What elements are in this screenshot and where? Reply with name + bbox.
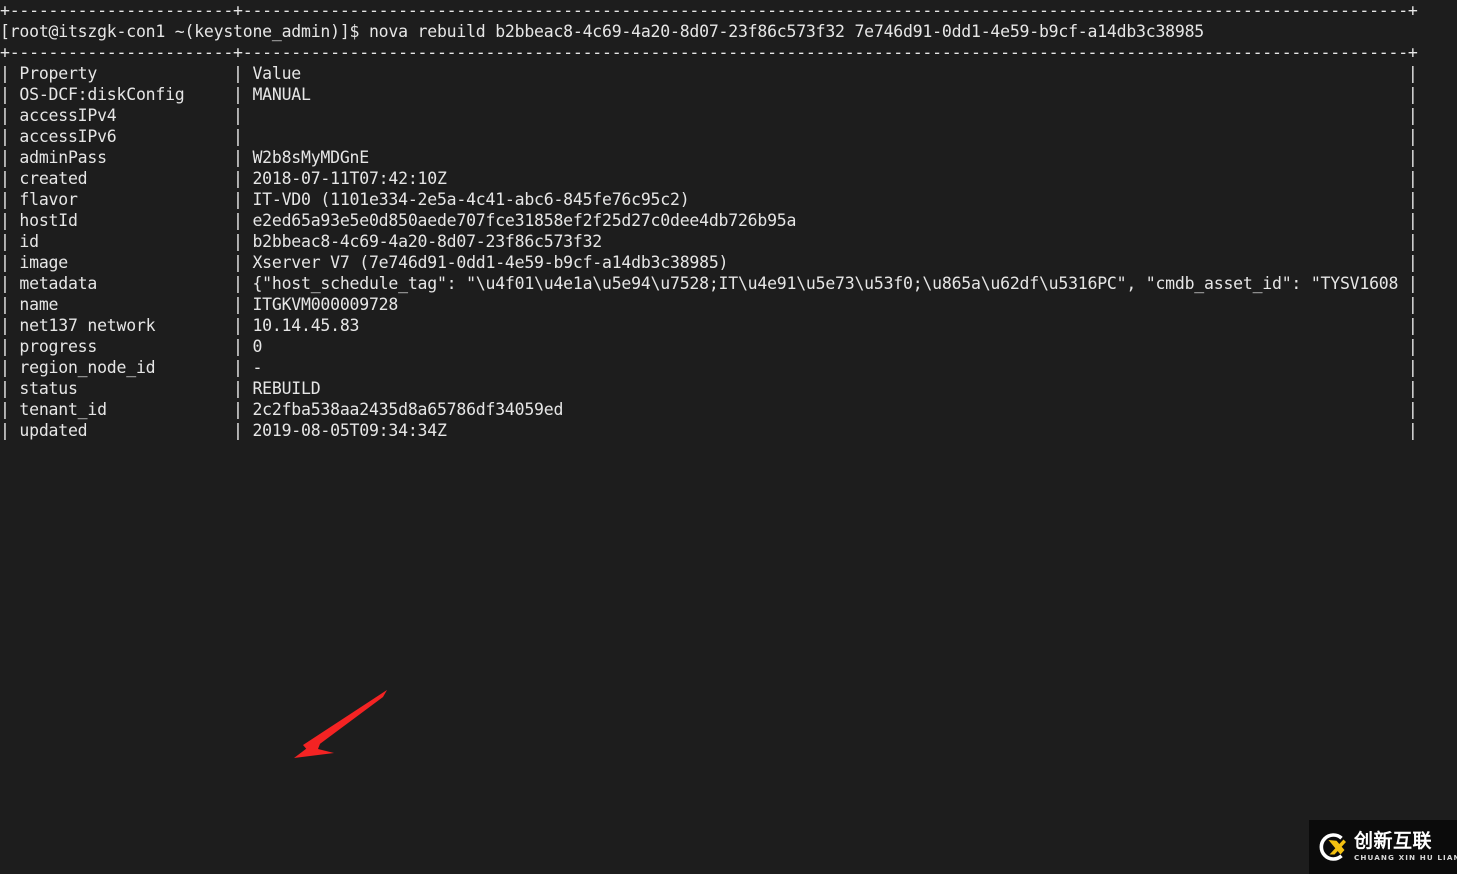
terminal-line: +-----------------------+---------------… bbox=[0, 0, 1457, 21]
red-arrow-annotation bbox=[294, 690, 387, 758]
terminal-line: | progress | 0 | bbox=[0, 336, 1457, 357]
terminal-line: | flavor | IT-VD0 (1101e334-2e5a-4c41-ab… bbox=[0, 189, 1457, 210]
terminal-line: | hostId | e2ed65a93e5e0d850aede707fce31… bbox=[0, 210, 1457, 231]
brand-text: 创新互联 CHUANG XIN HU LIAN bbox=[1354, 832, 1457, 861]
terminal-line: | metadata | {"host_schedule_tag": "\u4f… bbox=[0, 273, 1457, 294]
terminal-line: | updated | 2019-08-05T09:34:34Z | bbox=[0, 420, 1457, 441]
brand-name-cn: 创新互联 bbox=[1354, 832, 1457, 851]
terminal-line: | region_node_id | - | bbox=[0, 357, 1457, 378]
terminal-line: [root@itszgk-con1 ~(keystone_admin)]$ no… bbox=[0, 21, 1457, 42]
terminal-window[interactable]: +-----------------------+---------------… bbox=[0, 0, 1457, 874]
arrow-head bbox=[294, 736, 334, 758]
watermark-logo: 创新互联 CHUANG XIN HU LIAN bbox=[1309, 820, 1457, 874]
terminal-line: | tenant_id | 2c2fba538aa2435d8a65786df3… bbox=[0, 399, 1457, 420]
terminal-line: | id | b2bbeac8-4c69-4a20-8d07-23f86c573… bbox=[0, 231, 1457, 252]
brand-name-en: CHUANG XIN HU LIAN bbox=[1354, 854, 1457, 861]
terminal-line: | accessIPv6 | | bbox=[0, 126, 1457, 147]
terminal-line: | accessIPv4 | | bbox=[0, 105, 1457, 126]
terminal-line: | name | ITGKVM000009728 | bbox=[0, 294, 1457, 315]
terminal-line: | created | 2018-07-11T07:42:10Z | bbox=[0, 168, 1457, 189]
terminal-line: | OS-DCF:diskConfig | MANUAL | bbox=[0, 84, 1457, 105]
brand-mark-icon bbox=[1315, 830, 1349, 864]
arrow-shaft bbox=[303, 690, 387, 752]
terminal-line: | status | REBUILD | bbox=[0, 378, 1457, 399]
terminal-line: | Property | Value | bbox=[0, 63, 1457, 84]
terminal-screen[interactable]: +-----------------------+---------------… bbox=[0, 0, 1457, 441]
terminal-line: | adminPass | W2b8sMyMDGnE | bbox=[0, 147, 1457, 168]
terminal-line: | net137 network | 10.14.45.83 | bbox=[0, 315, 1457, 336]
terminal-line: +-----------------------+---------------… bbox=[0, 42, 1457, 63]
terminal-line: | image | Xserver V7 (7e746d91-0dd1-4e59… bbox=[0, 252, 1457, 273]
